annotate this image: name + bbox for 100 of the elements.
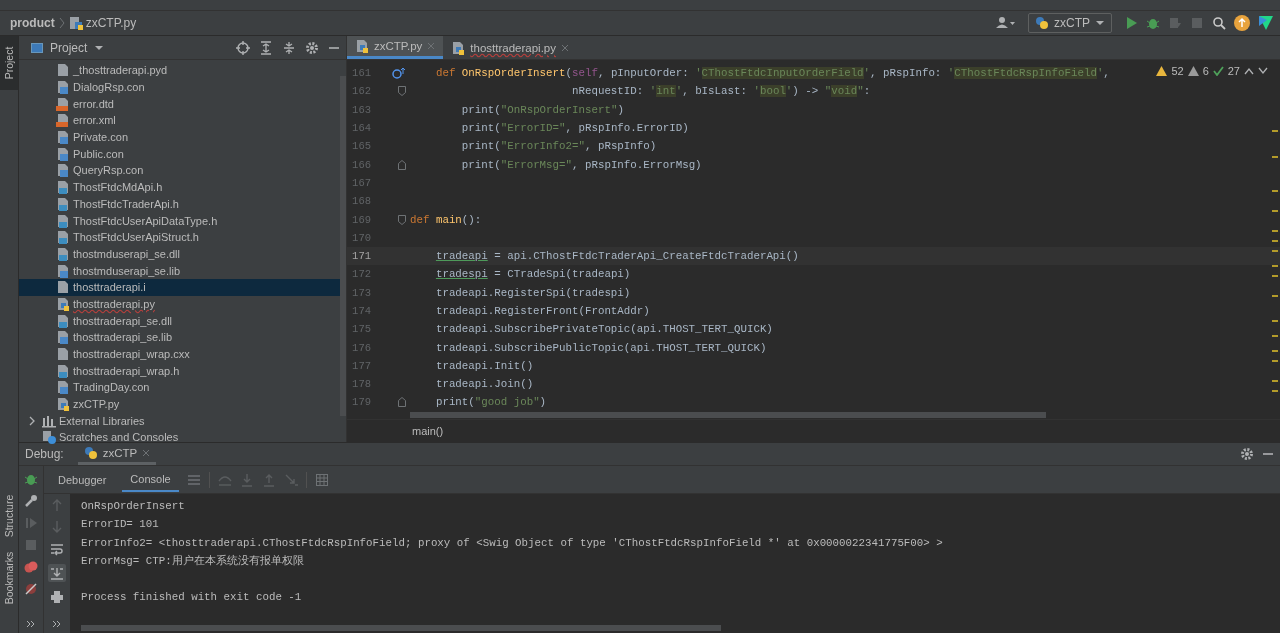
file-tree-item[interactable]: thosttraderapi_wrap.cxx bbox=[19, 345, 340, 363]
file-icon bbox=[56, 146, 70, 161]
file-tree-item[interactable]: thosttraderapi.i bbox=[19, 278, 340, 296]
fold-marker-icon[interactable] bbox=[398, 86, 406, 97]
scroll-to-end-button[interactable] bbox=[48, 564, 66, 582]
file-icon bbox=[56, 196, 70, 211]
wrench-icon[interactable] bbox=[24, 494, 38, 508]
file-tree-item[interactable]: thosttraderapi_se.lib bbox=[19, 329, 340, 346]
scrollbar[interactable] bbox=[81, 625, 721, 631]
settings-icon[interactable] bbox=[305, 40, 319, 55]
file-tree-item[interactable]: TradingDay.con bbox=[19, 379, 340, 396]
close-icon[interactable] bbox=[561, 43, 570, 52]
print-icon[interactable] bbox=[50, 590, 64, 604]
soft-wrap-icon[interactable] bbox=[50, 542, 64, 556]
breadcrumb-item[interactable]: product bbox=[10, 16, 55, 30]
breadcrumb-item[interactable]: zxCTP.py bbox=[85, 16, 137, 30]
caret-icon bbox=[1095, 19, 1105, 27]
update-icon[interactable] bbox=[1234, 15, 1250, 31]
file-tree-item[interactable]: thosttraderapi_wrap.h bbox=[19, 362, 340, 380]
stop-icon[interactable] bbox=[24, 538, 38, 552]
code-line: def OnRspOrderInsert(self, pInputOrder: 'CThostFtdcInputOrderField', pRspInfo: 'CThostFtdcRspInfoField', bbox=[434, 67, 1110, 80]
file-icon bbox=[56, 280, 70, 295]
tree-root-item[interactable]: External Libraries bbox=[19, 412, 340, 430]
expand-all-icon[interactable] bbox=[259, 40, 273, 55]
override-marker-icon[interactable] bbox=[392, 67, 406, 80]
step-into-icon[interactable] bbox=[239, 472, 254, 487]
chevron-icon[interactable] bbox=[27, 415, 37, 426]
search-icon[interactable] bbox=[1212, 16, 1226, 30]
inspection-widget[interactable]: 52 6 27 bbox=[1156, 65, 1268, 77]
editor-tab[interactable]: zxCTP.py bbox=[347, 36, 444, 59]
file-tree-item[interactable]: QueryRsp.con bbox=[19, 162, 340, 179]
python-file-icon bbox=[355, 39, 369, 53]
file-tree-item[interactable]: thosttraderapi.py bbox=[19, 295, 340, 313]
user-icon[interactable] bbox=[996, 16, 1016, 30]
fold-marker-icon[interactable] bbox=[398, 214, 406, 225]
file-tree-item[interactable]: DialogRsp.con bbox=[19, 78, 340, 96]
file-tree-item[interactable]: ThostFtdcUserApiDataType.h bbox=[19, 212, 340, 229]
scrollbar[interactable] bbox=[340, 76, 346, 416]
panel-title[interactable]: Project bbox=[50, 40, 88, 55]
breadcrumb-item[interactable]: main() bbox=[412, 425, 444, 437]
tree-root-item[interactable]: Scratches and Consoles bbox=[19, 429, 340, 446]
code-line: tradeapi = api.CThostFtdcTraderApi_CreateFtdcTraderApi() bbox=[434, 250, 799, 263]
file-tree-item[interactable]: thostmduserapi_se.dll bbox=[19, 245, 340, 263]
line-number: 161 bbox=[351, 67, 371, 80]
run-icon[interactable] bbox=[1124, 16, 1138, 30]
mute-breakpoints-icon[interactable] bbox=[24, 582, 38, 596]
tool-window-button[interactable]: Project bbox=[0, 36, 18, 90]
file-tree-item[interactable]: Private.con bbox=[19, 128, 340, 146]
editor-tab[interactable]: thosttraderapi.py bbox=[443, 36, 578, 59]
warning-icon bbox=[1156, 66, 1168, 76]
close-icon[interactable] bbox=[427, 42, 436, 50]
scrollbar[interactable] bbox=[410, 412, 1046, 418]
stop-icon[interactable] bbox=[1190, 16, 1204, 30]
arrow-up-icon[interactable] bbox=[50, 498, 64, 512]
debug-tab[interactable]: Console bbox=[122, 467, 179, 492]
more-icon[interactable] bbox=[26, 619, 36, 629]
file-icon bbox=[56, 163, 70, 178]
breakpoints-icon[interactable] bbox=[24, 560, 38, 574]
settings-icon[interactable] bbox=[1240, 447, 1254, 461]
file-tree-item[interactable]: ThostFtdcMdApi.h bbox=[19, 178, 340, 196]
app-logo-icon[interactable] bbox=[1258, 15, 1274, 31]
caret-icon[interactable] bbox=[94, 43, 105, 52]
file-tree-item[interactable]: zxCTP.py bbox=[19, 395, 340, 413]
file-icon bbox=[56, 213, 70, 228]
tool-window-button[interactable]: Structure bbox=[0, 485, 18, 547]
code-line: tradeapi.Join() bbox=[434, 378, 534, 391]
collapse-all-icon[interactable] bbox=[282, 40, 296, 55]
step-out-icon[interactable] bbox=[261, 472, 276, 487]
file-tree-item[interactable]: ThostFtdcUserApiStruct.h bbox=[19, 228, 340, 246]
close-icon[interactable] bbox=[142, 448, 151, 457]
table-icon[interactable] bbox=[314, 472, 329, 487]
resume-icon[interactable] bbox=[24, 516, 38, 530]
python-icon bbox=[1035, 16, 1049, 30]
file-icon bbox=[56, 63, 70, 78]
tool-window-button[interactable]: Bookmarks bbox=[0, 547, 18, 609]
file-tree-item[interactable]: _thosttraderapi.pyd bbox=[19, 62, 340, 79]
coverage-icon[interactable] bbox=[1168, 16, 1182, 30]
locate-icon[interactable] bbox=[236, 40, 250, 55]
file-tree-item[interactable]: error.xml bbox=[19, 112, 340, 129]
debug-tab[interactable]: Debugger bbox=[50, 467, 115, 492]
panel-title: Debug: bbox=[25, 447, 64, 461]
fold-marker-icon[interactable] bbox=[398, 159, 406, 170]
run-configuration-dropdown[interactable]: zxCTP bbox=[1028, 13, 1112, 33]
bug-icon[interactable] bbox=[24, 472, 38, 486]
file-tree-item[interactable]: thosttraderapi_se.dll bbox=[19, 312, 340, 329]
run-to-cursor-icon[interactable] bbox=[283, 472, 298, 487]
chevron-down-icon[interactable] bbox=[1258, 67, 1268, 75]
arrow-down-icon[interactable] bbox=[50, 520, 64, 534]
file-icon bbox=[56, 80, 70, 95]
fold-marker-icon[interactable] bbox=[398, 397, 406, 408]
file-tree-item[interactable]: ThostFtdcTraderApi.h bbox=[19, 195, 340, 213]
list-icon[interactable] bbox=[186, 472, 201, 487]
file-tree-item[interactable]: error.dtd bbox=[19, 95, 340, 113]
more-icon[interactable] bbox=[52, 619, 62, 629]
session-tab[interactable]: zxCTP bbox=[77, 443, 157, 465]
file-tree-item[interactable]: Public.con bbox=[19, 145, 340, 163]
chevron-up-icon[interactable] bbox=[1244, 67, 1254, 75]
file-icon bbox=[56, 180, 70, 195]
file-tree-item[interactable]: thostmduserapi_se.lib bbox=[19, 262, 340, 279]
bug-icon[interactable] bbox=[1146, 16, 1160, 30]
